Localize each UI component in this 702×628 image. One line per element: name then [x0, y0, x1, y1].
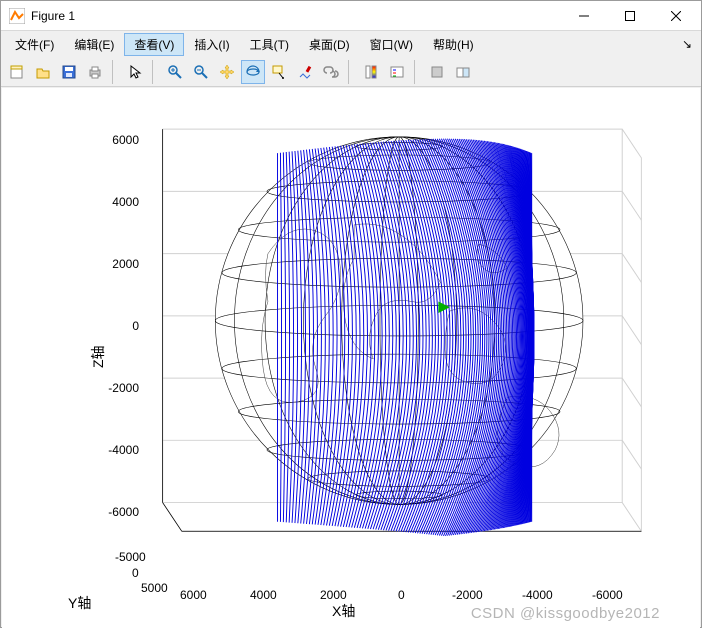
new-figure-button[interactable]	[5, 60, 29, 84]
dock-button[interactable]	[451, 60, 475, 84]
x-axis-label: X轴	[332, 601, 355, 621]
x-tick: 4000	[250, 588, 277, 602]
menu-overflow-icon[interactable]: ↘	[677, 37, 697, 51]
matlab-figure-icon	[9, 8, 25, 24]
menu-desktop[interactable]: 桌面(D)	[299, 33, 360, 56]
zoom-in-button[interactable]	[163, 60, 187, 84]
window-title: Figure 1	[31, 9, 75, 23]
maximize-button[interactable]	[607, 1, 653, 31]
toolbar-separator	[152, 60, 158, 84]
menu-view[interactable]: 查看(V)	[124, 33, 184, 56]
x-tick: 0	[398, 588, 405, 602]
toolbar-separator	[348, 60, 354, 84]
menu-insert[interactable]: 插入(I)	[184, 33, 239, 56]
y-tick: 5000	[141, 581, 168, 595]
open-button[interactable]	[31, 60, 55, 84]
close-button[interactable]	[653, 1, 699, 31]
z-tick: -4000	[99, 443, 139, 457]
x-tick: -6000	[592, 588, 623, 602]
z-axis-label: Z轴	[88, 345, 108, 368]
colorbar-button[interactable]	[359, 60, 383, 84]
data-cursor-button[interactable]	[267, 60, 291, 84]
menu-edit[interactable]: 编辑(E)	[64, 33, 124, 56]
pointer-button[interactable]	[123, 60, 147, 84]
print-button[interactable]	[83, 60, 107, 84]
toolbar-separator	[414, 60, 420, 84]
menu-tools[interactable]: 工具(T)	[240, 33, 299, 56]
link-button[interactable]	[319, 60, 343, 84]
y-axis-label: Y轴	[68, 593, 91, 613]
title-bar: Figure 1	[1, 1, 701, 31]
x-tick: 6000	[180, 588, 207, 602]
hide-tools-button[interactable]	[425, 60, 449, 84]
z-tick: 6000	[99, 133, 139, 147]
watermark: CSDN @kissgoodbye2012	[471, 605, 660, 622]
zoom-out-button[interactable]	[189, 60, 213, 84]
y-tick: -5000	[115, 550, 146, 564]
z-tick: -2000	[99, 381, 139, 395]
y-tick: 0	[132, 566, 139, 580]
toolbar	[1, 57, 701, 87]
axes-3d[interactable]	[152, 110, 652, 560]
legend-button[interactable]	[385, 60, 409, 84]
z-tick: 0	[99, 319, 139, 333]
x-tick: -2000	[452, 588, 483, 602]
figure-canvas[interactable]: Z轴 Y轴 X轴 6000 4000 2000 0 -2000 -4000 -6…	[2, 88, 700, 628]
x-tick: 2000	[320, 588, 347, 602]
toolbar-separator	[112, 60, 118, 84]
menu-bar: 文件(F) 编辑(E) 查看(V) 插入(I) 工具(T) 桌面(D) 窗口(W…	[1, 31, 701, 57]
save-button[interactable]	[57, 60, 81, 84]
menu-file[interactable]: 文件(F)	[5, 33, 64, 56]
brush-button[interactable]	[293, 60, 317, 84]
rotate3d-button[interactable]	[241, 60, 265, 84]
minimize-button[interactable]	[561, 1, 607, 31]
menu-help[interactable]: 帮助(H)	[423, 33, 484, 56]
pan-button[interactable]	[215, 60, 239, 84]
x-tick: -4000	[522, 588, 553, 602]
menu-window[interactable]: 窗口(W)	[360, 33, 423, 56]
z-tick: 2000	[99, 257, 139, 271]
z-tick: 4000	[99, 195, 139, 209]
z-tick: -6000	[99, 505, 139, 519]
